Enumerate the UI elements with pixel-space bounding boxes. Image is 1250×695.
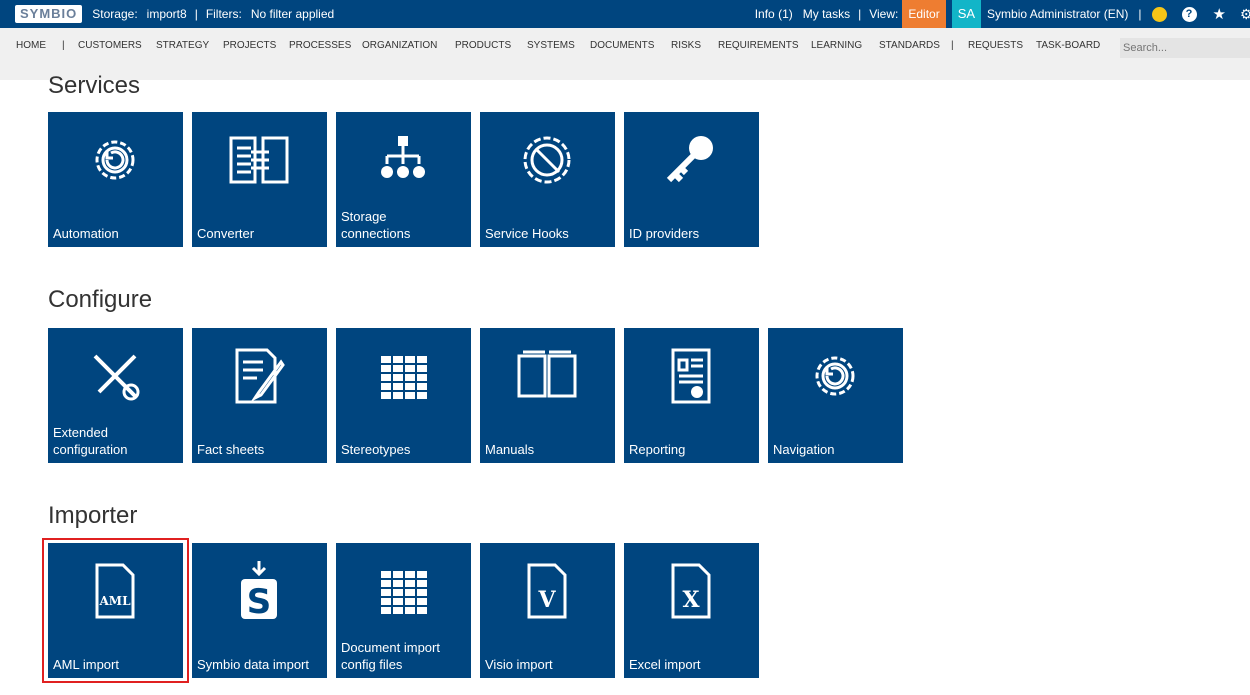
nav-divider: | bbox=[62, 40, 65, 51]
tile-label: Navigation bbox=[773, 442, 835, 457]
nav-item-systems[interactable]: SYSTEMS bbox=[527, 40, 575, 51]
converter-icon bbox=[229, 136, 289, 184]
nav-divider: | bbox=[951, 40, 954, 51]
my-tasks-link[interactable]: My tasks bbox=[803, 7, 850, 21]
nav-item-risks[interactable]: RISKS bbox=[671, 40, 701, 51]
key-icon bbox=[666, 136, 713, 183]
svg-text:S: S bbox=[247, 582, 272, 621]
nav-item-strategy[interactable]: STRATEGY bbox=[156, 40, 209, 51]
nav-item-customers[interactable]: CUSTOMERS bbox=[78, 40, 142, 51]
star-icon[interactable]: ★ bbox=[1213, 5, 1226, 23]
nav-item-documents[interactable]: DOCUMENTS bbox=[590, 40, 654, 51]
symbio-import-icon: S bbox=[241, 561, 277, 621]
main-nav: HOME | CUSTOMERS STRATEGY PROJECTS PROCESSES O… bbox=[0, 28, 1250, 80]
avatar[interactable]: SA bbox=[951, 0, 982, 28]
tile-storage-connections[interactable]: Storage connections bbox=[336, 112, 471, 247]
tile-label: Manuals bbox=[485, 442, 535, 457]
tile-label: Symbio data import bbox=[197, 657, 309, 672]
view-editor-button[interactable]: Editor bbox=[902, 0, 946, 28]
tile-label: Automation bbox=[53, 226, 119, 241]
tile-automation[interactable]: Automation bbox=[48, 112, 183, 247]
tile-label: Service Hooks bbox=[485, 226, 569, 241]
grid-icon bbox=[381, 571, 427, 614]
search-input[interactable] bbox=[1120, 38, 1250, 58]
selection-highlight bbox=[42, 538, 189, 683]
excel-file-icon: X bbox=[671, 563, 711, 619]
smiley-icon[interactable] bbox=[1151, 6, 1167, 22]
tile-navigation[interactable]: Navigation bbox=[768, 328, 903, 463]
tools-icon bbox=[93, 354, 140, 401]
info-link[interactable]: Info (1) bbox=[755, 7, 793, 21]
tile-label: Reporting bbox=[629, 442, 686, 457]
tile-excel-import[interactable]: X Excel import bbox=[624, 543, 759, 678]
gear-cycle-icon bbox=[815, 356, 855, 396]
visio-file-icon: V bbox=[527, 563, 567, 619]
filters-value[interactable]: No filter applied bbox=[251, 7, 334, 21]
tile-extended-configuration[interactable]: Extended configuration bbox=[48, 328, 183, 463]
tile-id-providers[interactable]: ID providers bbox=[624, 112, 759, 247]
nav-item-requirements[interactable]: REQUIREMENTS bbox=[718, 40, 799, 51]
book-icon bbox=[517, 350, 577, 398]
tile-label: ID providers bbox=[629, 226, 700, 241]
tile-label: Converter bbox=[197, 226, 255, 241]
storage-label: Storage: bbox=[92, 7, 138, 21]
tile-visio-import[interactable]: V Visio import bbox=[480, 543, 615, 678]
filters-label: Filters: bbox=[205, 7, 242, 21]
view-label: View: bbox=[869, 7, 899, 21]
tile-label: Extended configuration bbox=[53, 425, 128, 457]
nav-item-requests[interactable]: REQUESTS bbox=[968, 40, 1023, 51]
storage-value[interactable]: import8 bbox=[147, 7, 187, 21]
hierarchy-icon bbox=[381, 136, 425, 178]
tile-symbio-data-import[interactable]: S Symbio data import bbox=[192, 543, 327, 678]
tile-manuals[interactable]: Manuals bbox=[480, 328, 615, 463]
symbio-logo[interactable]: SYMBIO bbox=[15, 5, 83, 23]
nav-item-products[interactable]: PRODUCTS bbox=[455, 40, 511, 51]
gear-cycle-icon bbox=[95, 140, 135, 180]
document-pencil-icon bbox=[235, 348, 285, 404]
gear-icon[interactable]: ⚙ bbox=[1240, 6, 1250, 23]
grid-icon bbox=[381, 356, 427, 399]
svg-text:V: V bbox=[537, 587, 556, 613]
tile-label: Fact sheets bbox=[197, 442, 265, 457]
svg-text:X: X bbox=[682, 587, 700, 613]
tile-document-import-config-files[interactable]: Document import config files bbox=[336, 543, 471, 678]
help-icon[interactable]: ? bbox=[1181, 6, 1197, 22]
tile-label: Stereotypes bbox=[341, 442, 411, 457]
user-menu[interactable]: Symbio Administrator (EN) bbox=[987, 7, 1128, 21]
tile-label: Document import config files bbox=[341, 640, 440, 672]
nav-item-standards[interactable]: STANDARDS bbox=[879, 40, 940, 51]
tile-reporting[interactable]: Reporting bbox=[624, 328, 759, 463]
nav-item-learning[interactable]: LEARNING bbox=[811, 40, 862, 51]
nav-item-projects[interactable]: PROJECTS bbox=[223, 40, 276, 51]
tile-service-hooks[interactable]: Service Hooks bbox=[480, 112, 615, 247]
tile-stereotypes[interactable]: Stereotypes bbox=[336, 328, 471, 463]
tile-converter[interactable]: Converter bbox=[192, 112, 327, 247]
section-title-configure: Configure bbox=[48, 286, 153, 313]
tile-label: Visio import bbox=[485, 657, 553, 672]
nav-item-processes[interactable]: PROCESSES bbox=[289, 40, 351, 51]
gear-wrench-icon bbox=[523, 136, 571, 184]
section-title-services: Services bbox=[48, 72, 141, 99]
nav-item-task-board[interactable]: TASK-BOARD bbox=[1036, 40, 1100, 51]
tile-label: Excel import bbox=[629, 657, 701, 672]
tile-fact-sheets[interactable]: Fact sheets bbox=[192, 328, 327, 463]
tile-label: Storage connections bbox=[341, 209, 411, 241]
section-title-importer: Importer bbox=[48, 502, 138, 529]
nav-item-home[interactable]: HOME bbox=[16, 40, 46, 51]
report-icon bbox=[671, 348, 711, 404]
top-bar: SYMBIO Storage: import8 | Filters: No fi… bbox=[0, 0, 1250, 28]
nav-item-organization[interactable]: ORGANIZATION bbox=[362, 40, 437, 51]
